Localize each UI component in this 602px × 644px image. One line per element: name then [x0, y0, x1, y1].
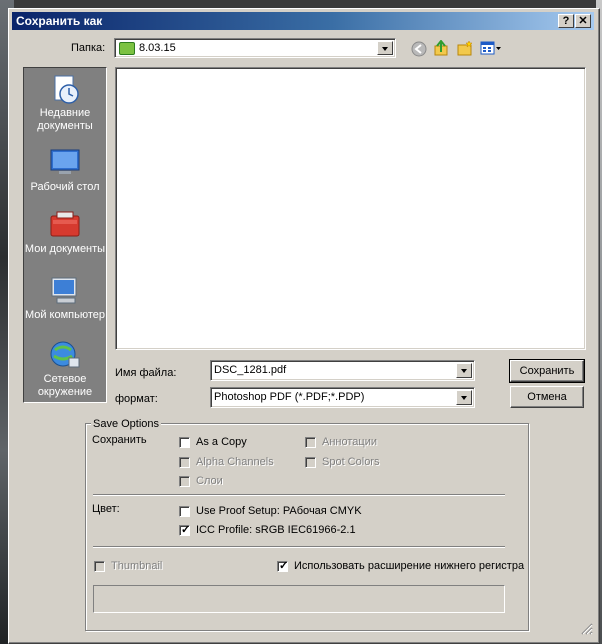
place-label: Мой компьютер: [24, 309, 106, 321]
new-folder-icon[interactable]: [457, 40, 473, 56]
folder-label: Папка:: [71, 42, 106, 54]
as-copy-label[interactable]: As a Copy: [196, 436, 247, 448]
spot-colors-checkbox[interactable]: [305, 457, 316, 468]
divider: [93, 546, 505, 548]
desktop-icon: [49, 148, 81, 178]
my-documents-icon: [49, 210, 81, 240]
layers-label: Слои: [196, 475, 223, 487]
color-label: Цвет:: [92, 503, 120, 515]
lowercase-extension-checkbox[interactable]: ✓: [277, 560, 289, 572]
filename-label: Имя файла:: [115, 367, 177, 379]
place-label: Недавние документы: [37, 107, 93, 132]
close-button[interactable]: ✕: [575, 14, 591, 28]
divider: [93, 494, 505, 496]
up-folder-icon[interactable]: [433, 39, 449, 56]
window-title: Сохранить как: [16, 14, 103, 28]
icc-profile-checkbox[interactable]: ✓: [179, 524, 191, 536]
save-button[interactable]: Сохранить: [509, 359, 585, 383]
use-proof-setup-label[interactable]: Use Proof Setup: РАбочая CMYK: [196, 505, 362, 517]
cancel-button[interactable]: Отмена: [510, 386, 584, 408]
checkmark-icon: ✓: [279, 560, 289, 572]
resize-grip[interactable]: [579, 621, 593, 635]
title-bar[interactable]: Сохранить как ? ✕: [12, 12, 594, 30]
lowercase-extension-label[interactable]: Использовать расширение нижнего регистра: [294, 560, 524, 572]
place-desktop[interactable]: Рабочий стол: [24, 148, 106, 194]
annotations-label: Аннотации: [322, 436, 377, 448]
save-as-dialog: Сохранить как ? ✕ Папка: 8.03.15 Недавни…: [8, 8, 600, 644]
back-icon[interactable]: [411, 41, 427, 57]
alpha-channels-label: Alpha Channels: [196, 456, 274, 468]
as-copy-checkbox[interactable]: [179, 437, 190, 448]
icc-profile-label[interactable]: ICC Profile: sRGB IEC61966-2.1: [196, 524, 356, 536]
place-label: Рабочий стол: [30, 181, 100, 193]
recent-documents-icon: [49, 74, 81, 104]
format-value: Photoshop PDF (*.PDF;*.PDP): [214, 391, 365, 403]
warning-area: [93, 585, 505, 613]
place-label: Мои документы: [24, 243, 106, 255]
place-my-computer[interactable]: Мой компьютер: [24, 276, 106, 322]
annotations-checkbox[interactable]: [305, 437, 316, 448]
my-computer-icon: [49, 276, 81, 306]
filename-value: DSC_1281.pdf: [214, 364, 287, 376]
folder-dropdown-arrow[interactable]: [377, 41, 393, 55]
save-options-title: Save Options: [91, 418, 162, 430]
use-proof-setup-checkbox[interactable]: [179, 506, 190, 517]
places-bar: Недавние документы Рабочий стол Мои доку…: [23, 67, 107, 403]
filename-dropdown-arrow[interactable]: [456, 363, 472, 378]
spot-colors-label: Spot Colors: [322, 456, 380, 468]
checkmark-icon: ✓: [181, 524, 191, 536]
alpha-channels-checkbox[interactable]: [179, 457, 190, 468]
folder-value: 8.03.15: [139, 42, 176, 54]
layers-checkbox[interactable]: [179, 476, 190, 487]
thumbnail-checkbox[interactable]: [94, 561, 105, 572]
folder-combo[interactable]: 8.03.15: [114, 38, 396, 58]
save-label: Сохранить: [92, 434, 147, 446]
place-recent[interactable]: Недавние документы: [24, 74, 106, 133]
format-label: формат:: [115, 393, 158, 405]
network-icon: [49, 340, 81, 370]
format-dropdown-arrow[interactable]: [456, 390, 472, 405]
place-label: Сетевое окружение: [37, 373, 93, 398]
place-my-documents[interactable]: Мои документы: [24, 210, 106, 256]
thumbnail-label: Thumbnail: [111, 560, 163, 572]
format-select[interactable]: Photoshop PDF (*.PDF;*.PDP): [210, 387, 475, 408]
view-menu-icon[interactable]: [480, 40, 502, 56]
file-list[interactable]: [115, 67, 586, 350]
filename-field[interactable]: DSC_1281.pdf: [210, 360, 475, 381]
folder-icon: [119, 42, 135, 55]
place-network[interactable]: Сетевое окружение: [24, 340, 106, 399]
help-button[interactable]: ?: [558, 14, 574, 28]
